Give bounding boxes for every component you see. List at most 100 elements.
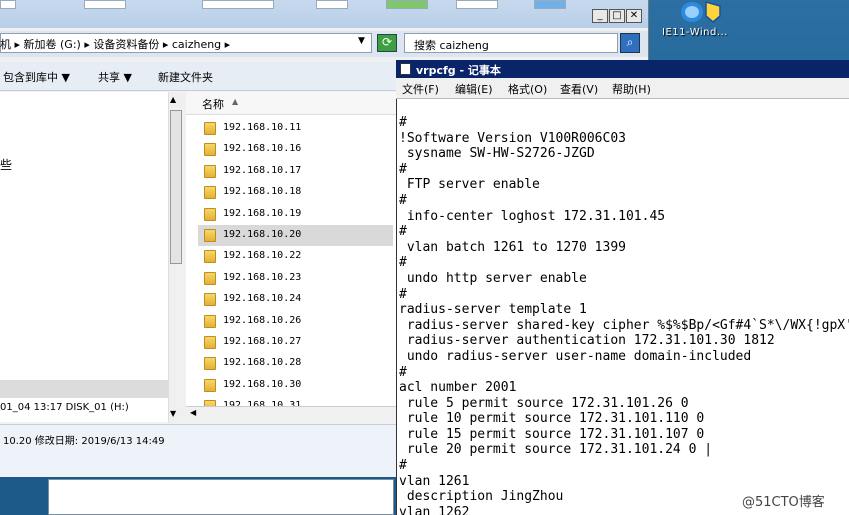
notepad-icon	[400, 63, 411, 75]
scroll-left-icon[interactable]: ◀	[190, 408, 196, 417]
file-row[interactable]: 192.168.10.19	[198, 204, 393, 225]
notepad-line: #	[399, 286, 407, 302]
ie-shortcut-icon[interactable]	[676, 0, 722, 24]
folder-icon	[204, 336, 216, 349]
notepad-text-area[interactable]: # !Software Version V100R006C03 sysname S…	[399, 115, 849, 515]
notepad-line: info-center loghost 172.31.101.45	[399, 208, 666, 224]
column-header-name[interactable]: 名称	[202, 96, 224, 112]
notepad-line: sysname SW-HW-S2726-JZGD	[399, 146, 595, 162]
file-row[interactable]: 192.168.10.30	[198, 375, 393, 396]
taskbar-stub	[316, 0, 348, 9]
ie-shortcut-label[interactable]: IE11-Wind...	[662, 27, 728, 38]
file-row[interactable]: 192.168.10.17	[198, 161, 393, 182]
address-dropdown-icon[interactable]: ▼	[358, 36, 365, 46]
notepad-line: vlan 1261	[399, 473, 470, 489]
file-row[interactable]: 192.168.10.11	[198, 118, 393, 139]
file-name: 192.168.10.30	[223, 378, 302, 390]
notepad-line: #	[399, 115, 407, 130]
notepad-line: vlan batch 1261 to 1270 1399	[399, 239, 626, 255]
menu-help[interactable]: 帮助(H)	[612, 81, 651, 97]
file-name: 192.168.10.17	[223, 164, 302, 176]
file-name: 192.168.10.11	[223, 122, 302, 133]
file-name: 192.168.10.26	[223, 314, 302, 326]
file-row[interactable]: 192.168.10.23	[198, 268, 393, 289]
file-row[interactable]: 192.168.10.28	[198, 353, 393, 374]
file-name: 192.168.10.20	[223, 229, 302, 240]
nav-item-partial[interactable]: 些	[0, 156, 12, 173]
file-row[interactable]: 192.168.10.22	[198, 246, 393, 267]
horizontal-scrollbar[interactable]	[186, 406, 396, 423]
sort-ascending-icon: ▲	[232, 97, 239, 106]
scroll-down-icon[interactable]: ▼	[170, 409, 176, 418]
menu-file[interactable]: 文件(F)	[402, 81, 439, 97]
nav-item-selected[interactable]	[0, 380, 168, 398]
taskbar-stub	[84, 0, 126, 9]
file-name: 192.168.10.24	[223, 293, 302, 305]
notepad-title: vrpcfg - 记事本	[416, 64, 501, 77]
notepad-line: #	[399, 364, 407, 380]
file-row[interactable]: 192.168.10.26	[198, 311, 393, 332]
notepad-line: undo radius-server user-name domain-incl…	[399, 348, 752, 364]
notepad-line: rule 5 permit source 172.31.101.26 0	[399, 395, 689, 411]
menu-format[interactable]: 格式(O)	[508, 81, 547, 97]
maximize-button[interactable]: □	[609, 9, 625, 23]
navigation-pane[interactable]	[0, 92, 168, 422]
notepad-line: rule 20 permit source 172.31.101.24 0 |	[399, 442, 713, 458]
search-input-text[interactable]: 搜索 caizheng	[414, 37, 489, 53]
taskbar-stub	[534, 0, 566, 9]
taskbar-stub	[386, 0, 428, 9]
file-row[interactable]: 192.168.10.16	[198, 139, 393, 160]
taskbar-window-preview[interactable]	[48, 479, 394, 515]
taskbar-stub	[202, 0, 274, 9]
file-row[interactable]: 192.168.10.18	[198, 182, 393, 203]
notepad-line: acl number 2001	[399, 380, 517, 396]
details-text: 10.20 修改日期: 2019/6/13 14:49	[3, 436, 165, 447]
file-row[interactable]: 192.168.10.24	[198, 289, 393, 310]
share-button[interactable]: 共享 ▼	[98, 69, 132, 85]
nav-scrollbar-thumb[interactable]	[170, 110, 182, 264]
folder-icon	[204, 314, 216, 328]
notepad-line: #	[399, 224, 407, 240]
folder-icon	[204, 229, 216, 242]
notepad-line: #	[399, 192, 407, 208]
notepad-line: undo http server enable	[399, 270, 587, 286]
search-icon[interactable]: ⌕	[620, 33, 640, 53]
minimize-button[interactable]: _	[592, 9, 608, 23]
folder-icon	[204, 250, 216, 264]
taskbar-stub	[456, 0, 498, 9]
notepad-line: rule 15 permit source 172.31.101.107 0	[399, 426, 705, 442]
close-button[interactable]: ✕	[626, 9, 642, 23]
notepad-line: radius-server template 1	[399, 302, 587, 318]
folder-icon	[204, 122, 216, 135]
file-name: 192.168.10.28	[223, 357, 302, 369]
folder-icon	[204, 271, 216, 285]
file-name: 192.168.10.23	[223, 271, 302, 283]
notepad-content[interactable]: # !Software Version V100R006C03 sysname S…	[399, 115, 849, 515]
file-name: 192.168.10.16	[223, 143, 302, 155]
notepad-line: !Software Version V100R006C03	[399, 130, 626, 146]
refresh-icon[interactable]: ⟳	[377, 34, 397, 52]
new-folder-button[interactable]: 新建文件夹	[158, 69, 213, 85]
folder-icon	[204, 143, 216, 157]
notepad-line: #	[399, 458, 407, 474]
file-name: 192.168.10.19	[223, 207, 302, 219]
menu-view[interactable]: 查看(V)	[560, 81, 598, 97]
notepad-line: radius-server shared-key cipher %$%$Bp/<…	[399, 317, 849, 333]
folder-icon	[204, 293, 216, 307]
folder-icon	[204, 378, 216, 392]
file-name: 192.168.10.18	[223, 186, 302, 198]
file-row[interactable]: 192.168.10.27	[198, 332, 393, 353]
file-row[interactable]: 192.168.10.20	[198, 225, 393, 246]
scroll-up-icon[interactable]: ▲	[170, 95, 176, 104]
nav-item-drive[interactable]: 01_04 13:17 DISK_01 (H:)	[0, 402, 129, 413]
notepad-line: rule 10 permit source 172.31.101.110 0	[399, 411, 705, 427]
watermark: @51CTO博客	[742, 495, 825, 510]
menu-edit[interactable]: 编辑(E)	[455, 81, 493, 97]
notepad-line: radius-server authentication 172.31.101.…	[399, 333, 775, 349]
folder-icon	[204, 357, 216, 371]
notepad-line: #	[399, 161, 407, 177]
taskbar-stub	[0, 0, 16, 9]
folder-icon	[204, 186, 216, 200]
breadcrumb[interactable]: 机 ▸ 新加卷 (G:) ▸ 设备资料备份 ▸ caizheng ▸	[0, 36, 230, 52]
include-in-library-button[interactable]: 包含到库中 ▼	[3, 69, 70, 85]
